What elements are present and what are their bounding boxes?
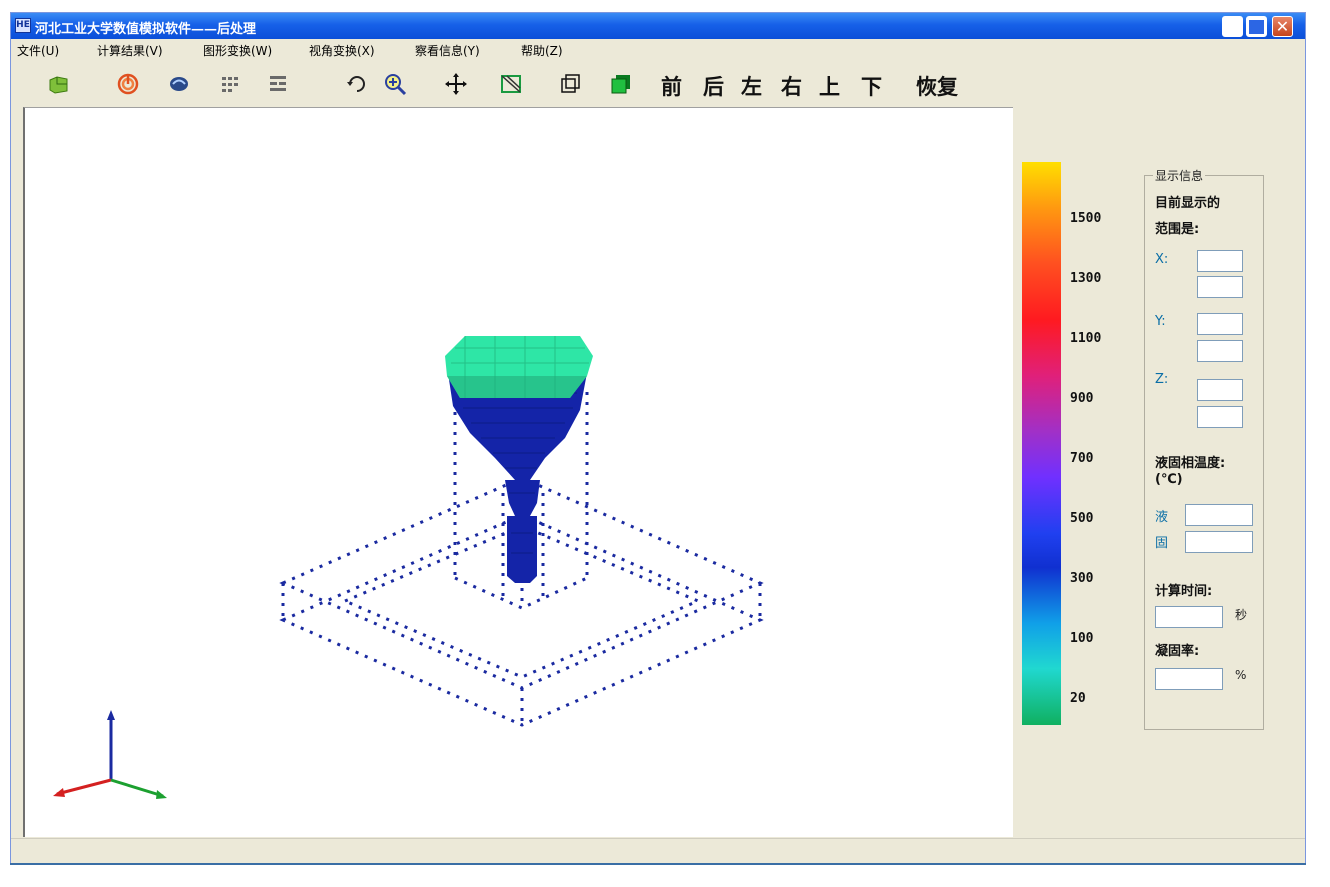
solid-icon[interactable]	[609, 72, 633, 96]
info-groupbox: 显示信息 目前显示的 范围是: X: Y: Z: 液固相温度: (℃) 液 固 …	[1144, 167, 1264, 730]
colorbar-label-1300: 1300	[1070, 271, 1102, 286]
grid-icon-2[interactable]	[266, 72, 290, 96]
percent-unit: %	[1235, 668, 1247, 682]
calc-time-field[interactable]	[1155, 606, 1223, 628]
view-right-button[interactable]: 右	[781, 71, 802, 101]
status-bar	[11, 838, 1305, 863]
colorbar-label-1500: 1500	[1070, 211, 1102, 226]
wireframe-icon[interactable]	[558, 72, 582, 96]
minimize-icon	[1223, 17, 1242, 36]
close-button[interactable]: ✕	[1272, 16, 1293, 37]
title-bar[interactable]: HE 河北工业大学数值模拟软件——后处理 ✕	[11, 13, 1305, 39]
toolbar: 前 后 左 右 上 下 恢复	[11, 60, 1305, 106]
liquidus-field[interactable]	[1185, 504, 1253, 526]
view-left-button[interactable]: 左	[741, 71, 762, 101]
calc-time-label: 计算时间:	[1155, 584, 1213, 599]
colorbar-label-20: 20	[1070, 691, 1086, 706]
range-label-line1: 目前显示的	[1155, 196, 1221, 211]
window-title: 河北工业大学数值模拟软件——后处理	[35, 22, 257, 37]
y-min-field[interactable]	[1197, 313, 1243, 335]
z-label: Z:	[1155, 372, 1169, 387]
view-back-button[interactable]: 后	[703, 71, 724, 101]
app-icon: HE	[15, 18, 31, 33]
menu-transform[interactable]: 图形变换(W)	[203, 42, 272, 59]
solid-ratio-field[interactable]	[1155, 668, 1223, 690]
view-front-button[interactable]: 前	[661, 71, 682, 101]
menu-results[interactable]: 计算结果(V)	[97, 42, 163, 59]
swirl-icon[interactable]	[167, 72, 191, 96]
open-file-icon[interactable]	[47, 72, 71, 96]
render-canvas[interactable]	[23, 107, 1013, 837]
liquidus-label: 液	[1155, 510, 1169, 525]
colorbar-label-1100: 1100	[1070, 331, 1102, 346]
casting-model-view[interactable]	[25, 108, 1013, 837]
colorbar-label-100: 100	[1070, 631, 1094, 646]
restore-icon-front	[1247, 17, 1266, 36]
z-min-field[interactable]	[1197, 379, 1243, 401]
seconds-unit: 秒	[1235, 608, 1248, 622]
restore-button[interactable]	[1246, 16, 1267, 37]
info-group-title: 显示信息	[1153, 167, 1206, 184]
x-min-field[interactable]	[1197, 250, 1243, 272]
solidus-label: 固	[1155, 536, 1169, 551]
menu-bar: 文件(U) 计算结果(V) 图形变换(W) 视角变换(X) 察看信息(Y) 帮助…	[11, 40, 1305, 59]
colorbar-label-500: 500	[1070, 511, 1094, 526]
colorbar-label-300: 300	[1070, 571, 1094, 586]
axis-triad	[53, 710, 167, 799]
close-icon: ✕	[1275, 17, 1290, 36]
phase-temp-label: 液固相温度:	[1155, 456, 1226, 471]
spiral-icon[interactable]	[116, 72, 140, 96]
reset-view-button[interactable]: 恢复	[916, 71, 958, 101]
phase-temp-unit: (℃)	[1155, 472, 1183, 487]
rotate-icon[interactable]	[345, 72, 369, 96]
view-top-button[interactable]: 上	[819, 71, 840, 101]
view-bottom-button[interactable]: 下	[861, 71, 882, 101]
temperature-colorbar	[1022, 162, 1061, 725]
range-label-line2: 范围是:	[1155, 222, 1200, 237]
colorbar-label-900: 900	[1070, 391, 1094, 406]
zoom-in-icon[interactable]	[383, 72, 407, 96]
clip-icon[interactable]	[499, 72, 523, 96]
menu-info[interactable]: 察看信息(Y)	[415, 42, 480, 59]
menu-file[interactable]: 文件(U)	[17, 42, 59, 59]
z-max-field[interactable]	[1197, 406, 1243, 428]
app-window: HE 河北工业大学数值模拟软件——后处理 ✕ 文件(U) 计算结果(V) 图形变…	[10, 12, 1306, 864]
x-max-field[interactable]	[1197, 276, 1243, 298]
colorbar-label-700: 700	[1070, 451, 1094, 466]
solidus-field[interactable]	[1185, 531, 1253, 553]
casting-body	[445, 336, 593, 583]
menu-help[interactable]: 帮助(Z)	[521, 42, 563, 59]
solid-ratio-label: 凝固率:	[1155, 644, 1200, 659]
x-label: X:	[1155, 252, 1169, 267]
y-max-field[interactable]	[1197, 340, 1243, 362]
minimize-button[interactable]	[1222, 16, 1243, 37]
taskbar-edge	[10, 863, 1306, 865]
menu-view[interactable]: 视角变换(X)	[309, 42, 375, 59]
side-panel: 1500 1300 1100 900 700 500 300 100 20 显示…	[1014, 107, 1305, 837]
y-label: Y:	[1155, 314, 1166, 329]
grid-icon-1[interactable]	[219, 72, 243, 96]
pan-icon[interactable]	[444, 72, 468, 96]
